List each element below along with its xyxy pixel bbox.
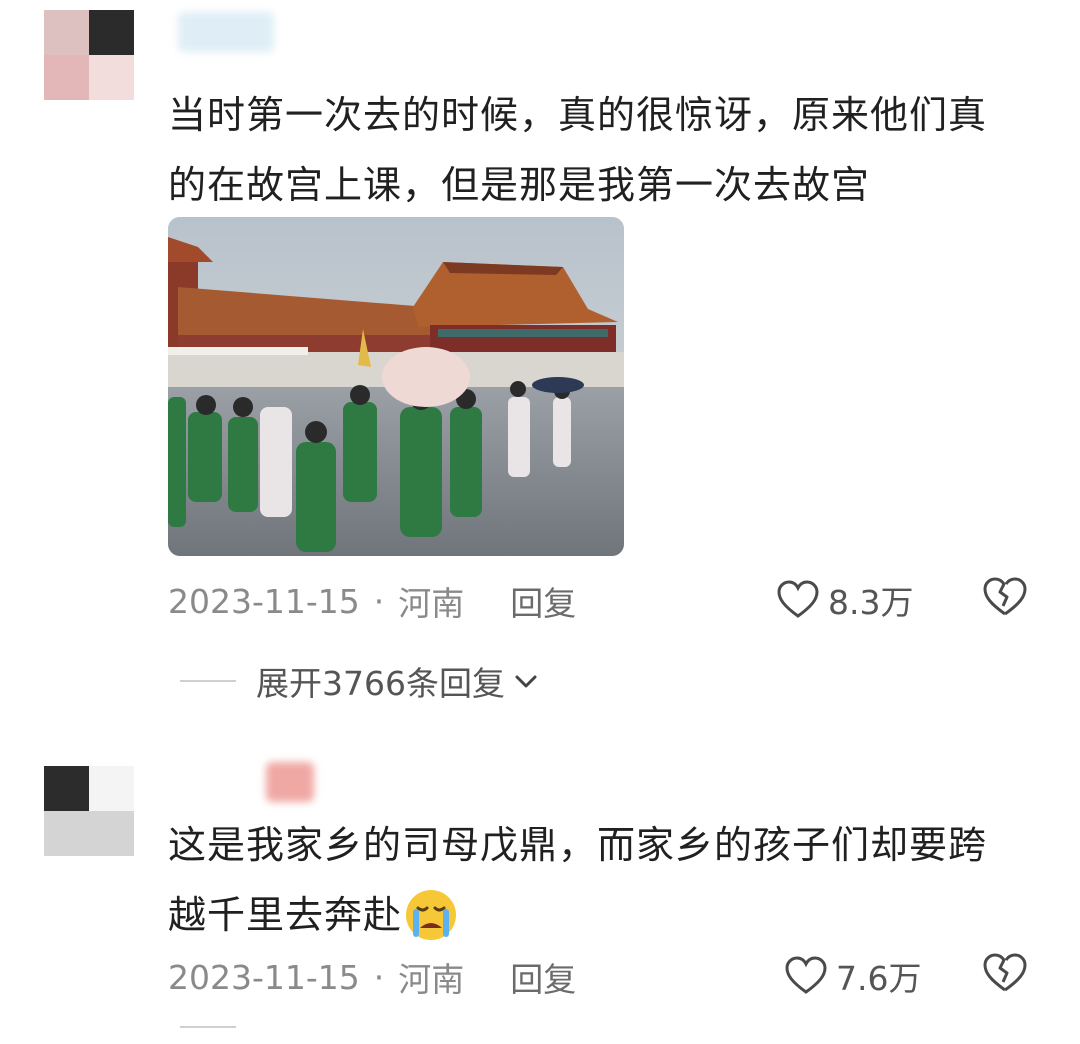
- comment-location: 河南: [398, 960, 465, 999]
- comment-text-line: 越千里去奔赴: [168, 893, 403, 937]
- username-blurred[interactable]: [178, 12, 274, 52]
- separator-dot: ·: [373, 957, 385, 997]
- comment-text-line: 当时第一次去的时候，真的很惊讶，原来他们真: [168, 93, 988, 137]
- separator-dot: ·: [373, 581, 385, 621]
- heart-outline-icon: [777, 580, 819, 618]
- expand-replies-button[interactable]: 展开3766条回复: [180, 657, 541, 705]
- heart-outline-icon: [785, 956, 827, 994]
- comment-meta: 2023-11-15 · 河南 回复: [168, 577, 576, 625]
- chevron-down-icon: [515, 675, 537, 688]
- reply-button[interactable]: 回复: [510, 953, 576, 1001]
- expand-replies-button-partial[interactable]: [180, 1026, 256, 1028]
- broken-heart-icon[interactable]: [982, 952, 1028, 994]
- crying-face-emoji: [406, 890, 457, 940]
- divider-line: [180, 680, 236, 682]
- like-count: 8.3万: [828, 583, 914, 622]
- comment-text: 这是我家乡的司母戊鼎，而家乡的孩子们却要跨 越千里去奔赴: [168, 810, 1048, 950]
- like-button[interactable]: 7.6万: [784, 952, 921, 1000]
- comment-date: 2023-11-15: [168, 581, 360, 621]
- divider-line: [180, 1026, 236, 1028]
- comment-text-line: 的在故宫上课，但是那是我第一次去故宫: [168, 163, 871, 207]
- expand-replies-label: 展开3766条回复: [256, 664, 505, 703]
- broken-heart-icon[interactable]: [982, 576, 1028, 618]
- like-button[interactable]: 8.3万: [776, 576, 913, 624]
- avatar[interactable]: [44, 766, 134, 856]
- forbidden-city-photo: [168, 217, 624, 556]
- comment-location: 河南: [398, 584, 465, 623]
- comment-date: 2023-11-15: [168, 957, 360, 997]
- comment-text: 当时第一次去的时候，真的很惊讶，原来他们真 的在故宫上课，但是那是我第一次去故宫: [168, 80, 1048, 220]
- comment-photo[interactable]: [168, 217, 624, 556]
- avatar[interactable]: [44, 10, 134, 100]
- like-count: 7.6万: [836, 959, 922, 998]
- username-blurred[interactable]: [266, 762, 314, 802]
- comment-text-line: 这是我家乡的司母戊鼎，而家乡的孩子们却要跨: [168, 823, 988, 867]
- reply-button[interactable]: 回复: [510, 577, 576, 625]
- comment-text-line-wrap: 越千里去奔赴: [168, 880, 1048, 950]
- comment-meta: 2023-11-15 · 河南 回复: [168, 953, 576, 1001]
